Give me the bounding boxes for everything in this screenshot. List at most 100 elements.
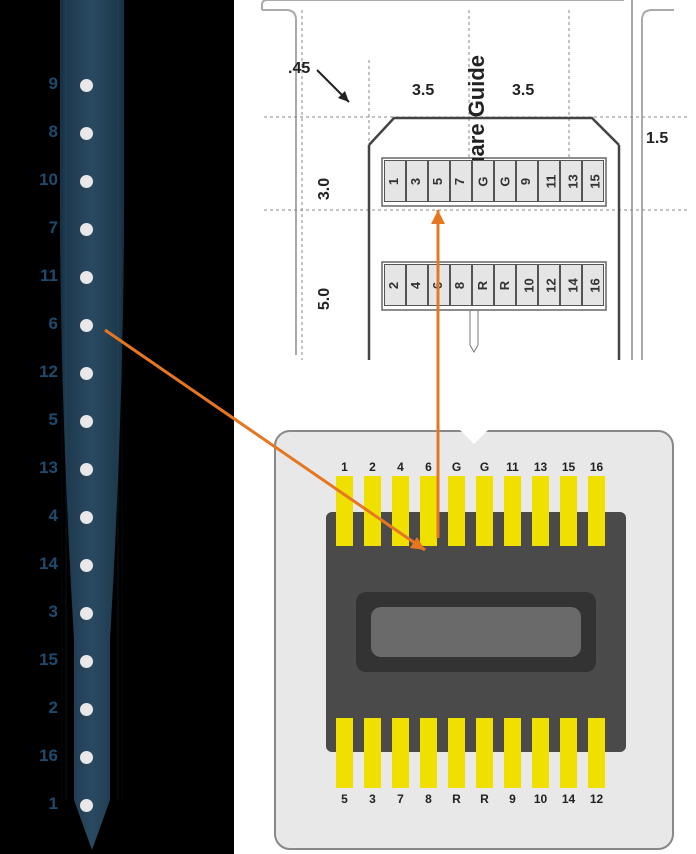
dim-15: 1.5 [646, 130, 668, 148]
electrode-label: 7 [28, 218, 58, 238]
connector-pin [476, 718, 493, 788]
schematic-pin: 10 [516, 264, 538, 306]
schematic-pin: 5 [428, 160, 450, 202]
electrode-dot [80, 751, 93, 764]
electrode-label: 9 [28, 74, 58, 94]
electrode-dot [80, 271, 93, 284]
connector-pin [504, 476, 521, 546]
connector-pin-label: 1 [336, 460, 353, 474]
probe-shaft [60, 0, 124, 854]
electrode-label: 14 [28, 554, 58, 574]
schematic-drawing: Square Guide .45 3.5 3.5 1.5 3.0 5.0 135… [234, 0, 696, 370]
connector-pin-label: 8 [420, 792, 437, 806]
connector-pin-label: 12 [588, 792, 605, 806]
connector-pin [448, 476, 465, 546]
schematic-pin: G [472, 160, 494, 202]
connector-pin [588, 476, 605, 546]
electrode-label: 16 [28, 746, 58, 766]
schematic-pin: 9 [516, 160, 538, 202]
schematic-pin: 7 [450, 160, 472, 202]
connector-pin-label: 9 [504, 792, 521, 806]
connector-slot-inner [371, 607, 581, 657]
dim-35a: 3.5 [412, 82, 434, 100]
connector-pin-label: 10 [532, 792, 549, 806]
electrode-label: 13 [28, 458, 58, 478]
electrode-dot [80, 559, 93, 572]
schematic-pin: R [472, 264, 494, 306]
probe-shaft-panel: 9 8 10 7 11 6 12 5 13 4 14 3 15 2 16 1 [0, 0, 234, 854]
connector-pin [336, 718, 353, 788]
connector-shell: 1246GG11131516 5378RR9101412 [274, 430, 674, 850]
schematic-pin: 8 [450, 264, 472, 306]
electrode-label: 10 [28, 170, 58, 190]
electrode-dot [80, 463, 93, 476]
connector-pin-label: 3 [364, 792, 381, 806]
connector-pin [364, 476, 381, 546]
connector-pin [392, 476, 409, 546]
connector-pin-label: 5 [336, 792, 353, 806]
connector-pin [532, 718, 549, 788]
schematic-pin: 3 [406, 160, 428, 202]
connector-notch [460, 430, 488, 444]
electrode-label: 3 [28, 602, 58, 622]
dim-30: 3.0 [316, 178, 334, 200]
connector-pin [420, 718, 437, 788]
connector-pin-label: 16 [588, 460, 605, 474]
schematic-pin: 11 [538, 160, 560, 202]
electrode-label: 15 [28, 650, 58, 670]
connector-pin-label: G [476, 460, 493, 474]
connector-pin [420, 476, 437, 546]
electrode-dot [80, 799, 93, 812]
schematic-pin: 13 [560, 160, 582, 202]
schematic-pin: 4 [406, 264, 428, 306]
connector-pin [476, 476, 493, 546]
connector-pin-label: 15 [560, 460, 577, 474]
schematic-pin: 15 [582, 160, 604, 202]
electrode-dot [80, 319, 93, 332]
schematic-pin: 1 [384, 160, 406, 202]
schematic-pin: 6 [428, 264, 450, 306]
electrode-label: 11 [28, 266, 58, 286]
electrode-label: 6 [28, 314, 58, 334]
connector-pin [336, 476, 353, 546]
connector-pin-label: 6 [420, 460, 437, 474]
connector-pin-label: 13 [532, 460, 549, 474]
schematic-pin: 2 [384, 264, 406, 306]
connector-pin [364, 718, 381, 788]
electrode-dot [80, 655, 93, 668]
electrode-label: 12 [28, 362, 58, 382]
electrode-dot [80, 367, 93, 380]
electrode-label: 5 [28, 410, 58, 430]
schematic-pin: 12 [538, 264, 560, 306]
schematic-pin: R [494, 264, 516, 306]
electrode-dot [80, 415, 93, 428]
electrode-label: 8 [28, 122, 58, 142]
electrode-dot [80, 511, 93, 524]
connector-pin-label: 11 [504, 460, 521, 474]
dim-50: 5.0 [316, 288, 334, 310]
connector-pin-label: R [476, 792, 493, 806]
schematic-bot-row: 2468RR10121416 [384, 264, 604, 306]
connector-pin-label: 7 [392, 792, 409, 806]
schematic-pin: 16 [582, 264, 604, 306]
connector-pin [392, 718, 409, 788]
dim-35b: 3.5 [512, 82, 534, 100]
connector-body [326, 512, 626, 752]
connector-pin-label: 14 [560, 792, 577, 806]
electrode-label: 1 [28, 794, 58, 814]
connector-pin [560, 476, 577, 546]
connector-pin-label: 4 [392, 460, 409, 474]
dim-45: .45 [288, 60, 310, 78]
electrode-dot [80, 703, 93, 716]
connector-pin [560, 718, 577, 788]
electrode-dot [80, 175, 93, 188]
electrode-dot [80, 607, 93, 620]
schematic-pin: 14 [560, 264, 582, 306]
electrode-label: 2 [28, 698, 58, 718]
schematic-pin: G [494, 160, 516, 202]
electrode-label: 4 [28, 506, 58, 526]
schematic-top-row: 1357GG9111315 [384, 160, 604, 202]
connector-pin-label: 2 [364, 460, 381, 474]
connector-pin [532, 476, 549, 546]
connector-pin [504, 718, 521, 788]
